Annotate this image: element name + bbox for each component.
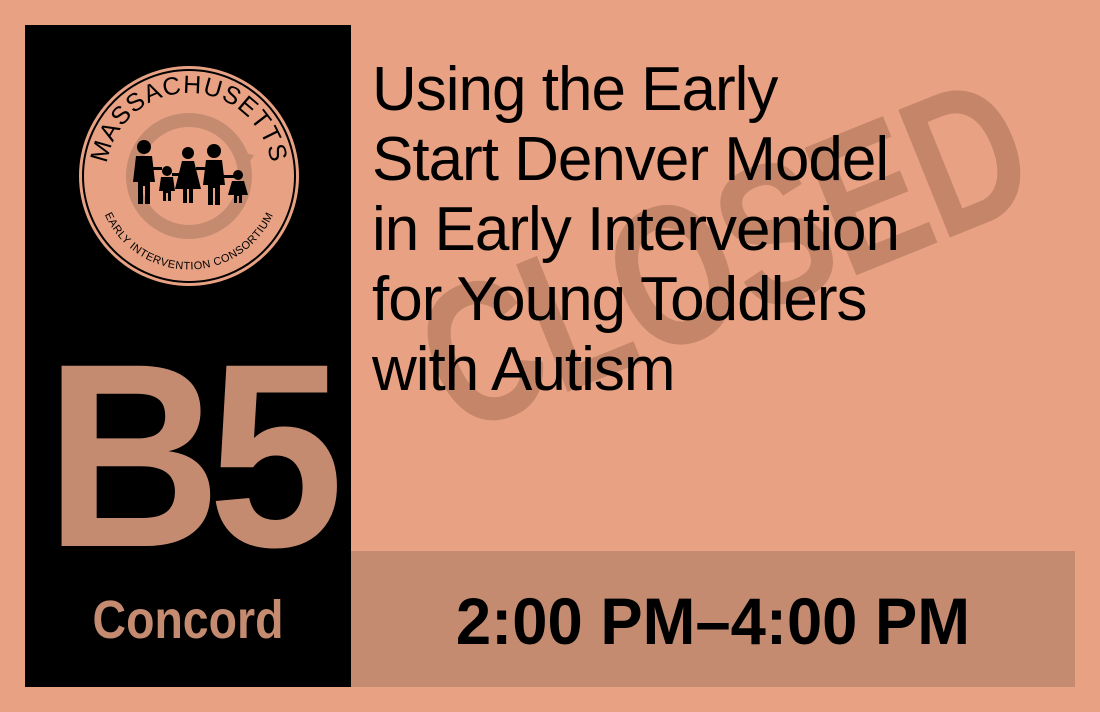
- title-line: Start Denver Model: [372, 125, 889, 194]
- session-code: B5: [45, 309, 343, 602]
- session-title: Using the Early Start Denver Model in Ea…: [372, 55, 1087, 405]
- title-line: Using the Early: [372, 55, 778, 124]
- consortium-logo: MASSACHUSETTS EARLY INTERVENTION CONSORT…: [79, 66, 299, 286]
- title-line: for Young Toddlers: [372, 265, 868, 334]
- session-sidebar: MASSACHUSETTS EARLY INTERVENTION CONSORT…: [25, 25, 351, 687]
- session-time-bar: 2:00 PM–4:00 PM: [351, 551, 1075, 687]
- title-line: in Early Intervention: [372, 195, 900, 264]
- session-location: Concord: [92, 590, 284, 650]
- title-line: with Autism: [372, 335, 676, 404]
- session-time: 2:00 PM–4:00 PM: [455, 584, 971, 658]
